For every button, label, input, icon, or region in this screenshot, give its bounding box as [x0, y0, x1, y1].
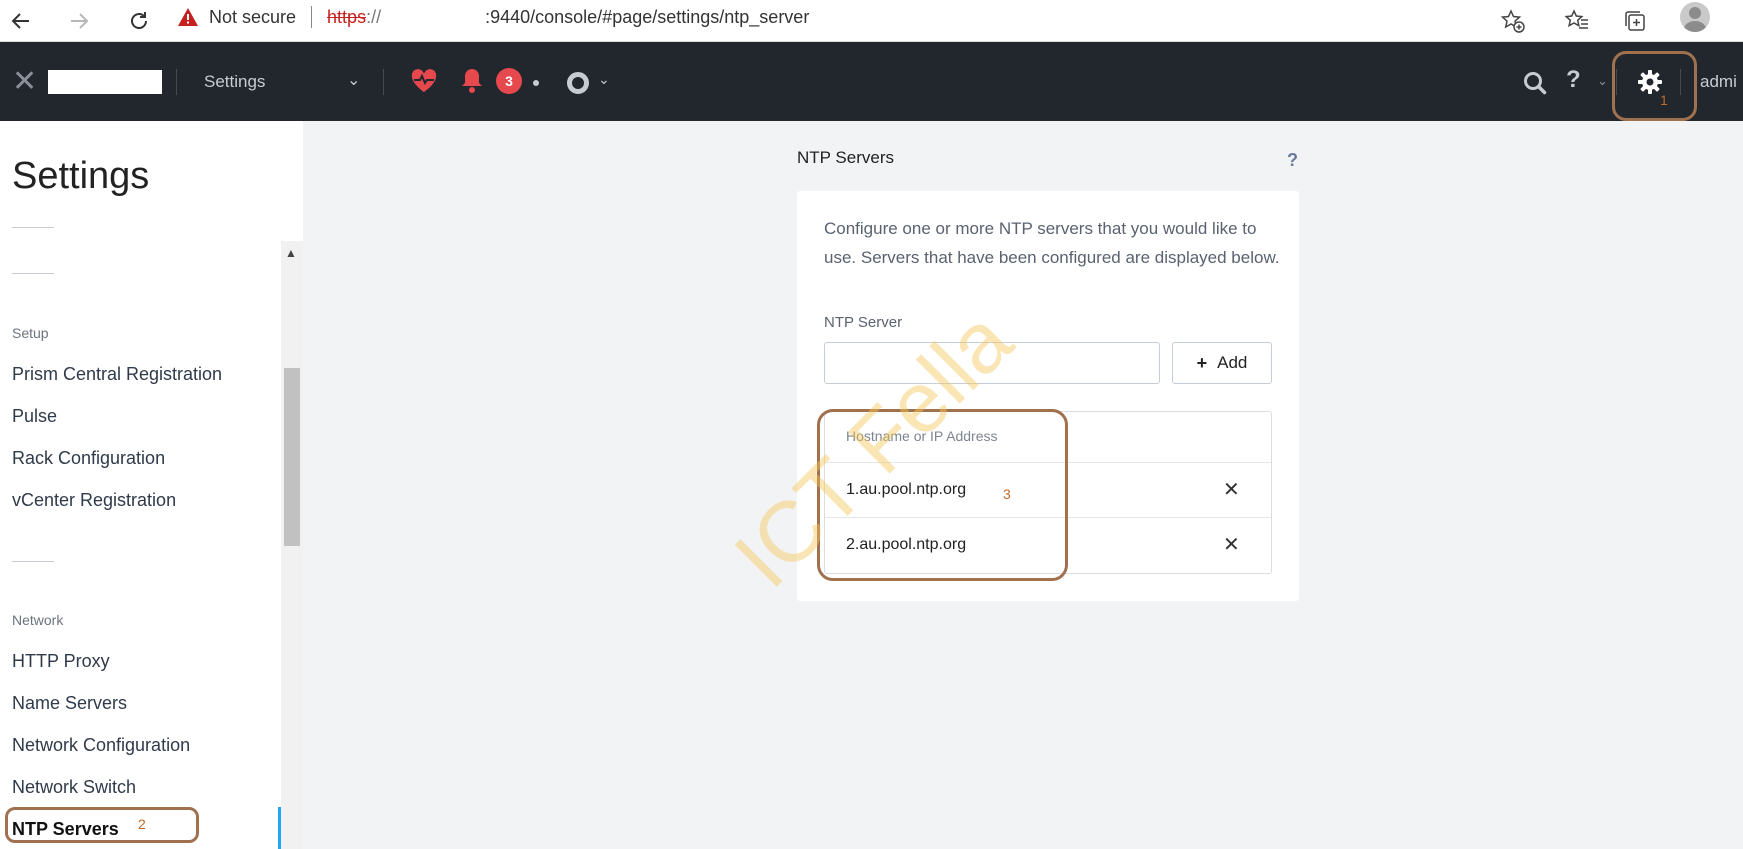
ntp-server-field-label: NTP Server — [824, 314, 903, 331]
redacted-cluster-name — [48, 70, 162, 94]
add-favorite-icon[interactable] — [1496, 4, 1530, 38]
annotation-box-3 — [817, 409, 1068, 581]
user-menu[interactable]: admi — [1700, 72, 1737, 92]
url-slashes: :// — [366, 6, 382, 27]
warning-icon — [176, 5, 200, 29]
sidebar-title: Settings — [12, 155, 150, 197]
add-button-label: Add — [1217, 353, 1248, 372]
sidebar-item-http-proxy[interactable]: HTTP Proxy — [12, 651, 110, 672]
profile-avatar-icon[interactable] — [1680, 2, 1710, 32]
annotation-number-2: 2 — [138, 816, 146, 832]
sidebar-group-network: Network — [12, 612, 64, 628]
collapsed-section-divider — [12, 561, 54, 562]
header-divider — [383, 69, 384, 95]
sidebar-item-network-switch[interactable]: Network Switch — [12, 777, 136, 798]
chevron-down-icon[interactable]: ⌄ — [598, 71, 610, 88]
sidebar-item-vcenter-registration[interactable]: vCenter Registration — [12, 490, 176, 511]
collapsed-section-divider — [12, 273, 54, 274]
active-item-indicator — [278, 807, 281, 849]
nutanix-x-logo-icon[interactable]: ✕ — [12, 67, 37, 97]
app-header: ✕ Settings ⌄ 3 ⌄ ? ⌄ admi — [0, 42, 1743, 121]
back-arrow-icon[interactable] — [4, 4, 38, 38]
url-scheme: https — [327, 6, 367, 27]
address-bar[interactable]: Not secure https :// :9440/console/#page… — [176, 0, 1516, 34]
address-separator — [311, 6, 313, 28]
sidebar-item-prism-central-registration[interactable]: Prism Central Registration — [12, 364, 222, 385]
browser-toolbar: Not secure https :// :9440/console/#page… — [0, 0, 1743, 42]
remove-server-close-icon[interactable]: ✕ — [1223, 477, 1240, 502]
collapsed-section-divider — [12, 227, 54, 228]
remove-server-close-icon[interactable]: ✕ — [1223, 532, 1240, 557]
task-ring-icon[interactable] — [567, 72, 589, 94]
sidebar-item-network-configuration[interactable]: Network Configuration — [12, 735, 190, 756]
search-icon[interactable] — [1522, 70, 1548, 96]
settings-sidebar: Settings Setup Prism Central Registratio… — [0, 121, 303, 849]
page-title: NTP Servers — [797, 148, 894, 167]
security-label: Not secure — [209, 6, 297, 27]
sidebar-group-setup: Setup — [12, 325, 49, 341]
help-icon[interactable]: ? — [1566, 66, 1581, 94]
add-ntp-server-button[interactable]: + Add — [1172, 342, 1272, 384]
sidebar-item-rack-configuration[interactable]: Rack Configuration — [12, 448, 165, 469]
sidebar-scroll-thumb[interactable] — [284, 368, 300, 546]
help-icon[interactable]: ? — [1287, 150, 1298, 171]
url-path: :9440/console/#page/settings/ntp_server — [485, 6, 810, 27]
health-heart-icon[interactable] — [410, 68, 438, 94]
forward-arrow-icon[interactable] — [62, 4, 96, 38]
sidebar-item-pulse[interactable]: Pulse — [12, 406, 57, 427]
favorites-icon[interactable] — [1560, 4, 1594, 38]
event-dot-icon[interactable] — [533, 80, 539, 86]
page-menu-title[interactable]: Settings — [204, 72, 265, 92]
alert-count-badge[interactable]: 3 — [496, 68, 522, 94]
collections-icon[interactable] — [1618, 4, 1652, 38]
ntp-server-input[interactable] — [824, 342, 1160, 384]
alert-bell-icon[interactable] — [460, 66, 484, 94]
scroll-up-arrow-icon[interactable]: ▲ — [285, 246, 297, 260]
plus-icon: + — [1196, 352, 1208, 373]
chevron-down-icon[interactable]: ⌄ — [1597, 73, 1608, 89]
header-divider — [176, 69, 177, 95]
annotation-box-2 — [5, 807, 199, 843]
annotation-number-3: 3 — [1003, 486, 1011, 502]
chevron-down-icon[interactable]: ⌄ — [347, 70, 360, 90]
ntp-description: Configure one or more NTP servers that y… — [824, 219, 1280, 267]
sidebar-item-name-servers[interactable]: Name Servers — [12, 693, 127, 714]
annotation-box-1 — [1612, 51, 1697, 121]
reload-icon[interactable] — [122, 4, 156, 38]
annotation-number-1: 1 — [1660, 92, 1668, 108]
